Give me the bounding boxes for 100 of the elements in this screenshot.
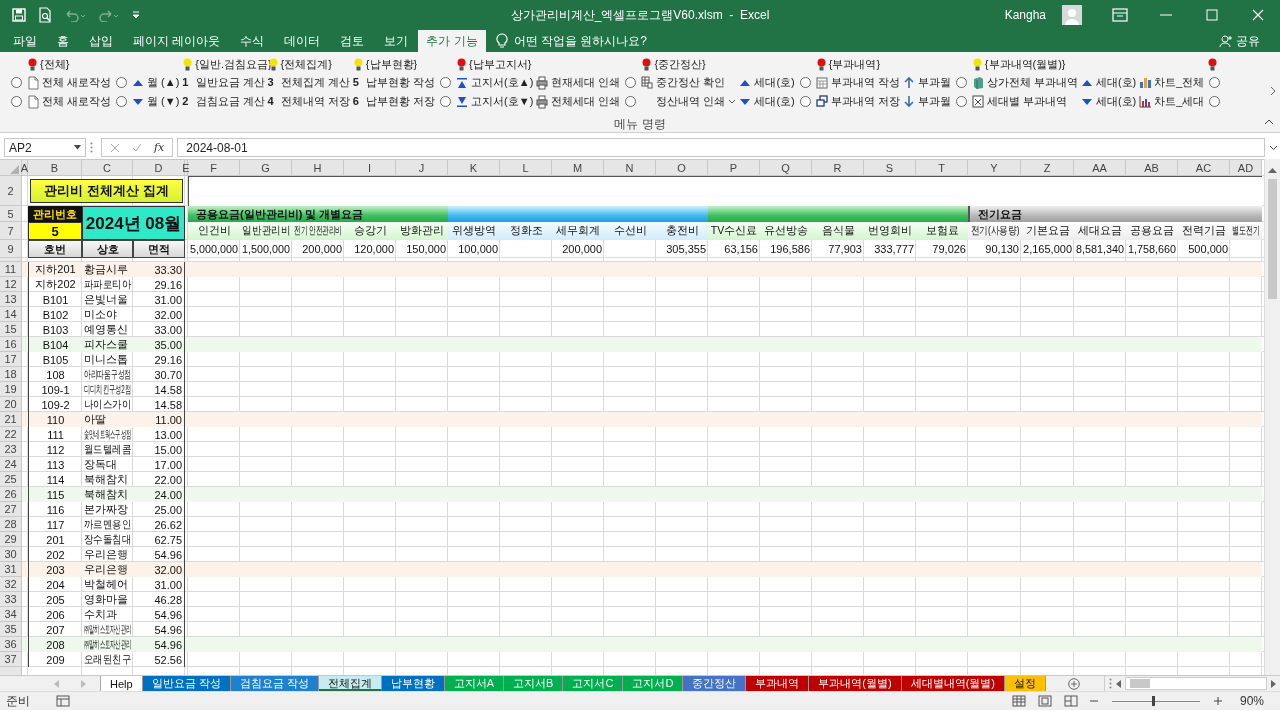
column-header[interactable]: AC xyxy=(1178,160,1230,176)
ribbon-button[interactable]: 세대(호) xyxy=(738,92,796,111)
ribbon-tab[interactable]: 검토 xyxy=(330,30,375,52)
column-header[interactable]: AB xyxy=(1126,160,1178,176)
ribbon-button[interactable]: 부과내역 저장 xyxy=(814,92,901,111)
row-header[interactable]: 34 xyxy=(0,607,22,622)
tell-me-field[interactable]: 어떤 작업을 원하시나요? xyxy=(513,34,684,48)
row-header[interactable]: 32 xyxy=(0,577,22,592)
ribbon-button[interactable]: 3 전체집계 계산 xyxy=(266,73,351,92)
row-header[interactable]: 18 xyxy=(0,367,22,382)
column-header[interactable]: Y xyxy=(968,160,1021,176)
ribbon-button[interactable]: 부과월 xyxy=(901,73,952,92)
row-header[interactable]: 19 xyxy=(0,382,22,397)
ribbon-button[interactable]: 2 검침요금 계산 xyxy=(181,92,266,111)
row-header[interactable]: 33 xyxy=(0,592,22,607)
share-button[interactable]: 공유 xyxy=(1209,30,1270,52)
row-header[interactable]: 20 xyxy=(0,397,22,412)
ribbon-button[interactable]: 5 납부현황 작성 xyxy=(351,73,437,92)
column-header[interactable]: F xyxy=(188,160,240,176)
ribbon-button[interactable]: 세대(호) xyxy=(1079,73,1138,92)
row-header[interactable]: 27 xyxy=(0,502,22,517)
ribbon-button[interactable]: 세대별 부과내역 xyxy=(970,92,1079,111)
ribbon-tab[interactable]: 삽입 xyxy=(79,30,123,52)
sheet-tab[interactable]: 일반요금 작성 xyxy=(142,676,231,691)
row-header[interactable]: 30 xyxy=(0,547,22,562)
column-header[interactable]: P xyxy=(708,160,760,176)
row-header[interactable]: 12 xyxy=(0,277,22,292)
sheet-tab[interactable]: 전체집계 xyxy=(318,676,382,691)
ribbon-button[interactable]: 전체 새로작성 xyxy=(26,73,113,92)
ribbon-button[interactable]: 현재세대 인쇄 xyxy=(535,73,622,92)
row-header[interactable]: 9 xyxy=(0,240,22,258)
sheet-tab[interactable]: Help xyxy=(101,676,143,691)
row-header[interactable]: 7 xyxy=(0,222,22,240)
ribbon-tab[interactable]: 수식 xyxy=(230,30,275,52)
row-header[interactable]: 26 xyxy=(0,487,22,502)
row-header[interactable]: 22 xyxy=(0,427,22,442)
row-header[interactable]: 13 xyxy=(0,292,22,307)
ribbon-button[interactable]: 전체세대 인쇄 xyxy=(535,92,622,111)
ribbon-button[interactable]: 1 일반요금 계산 xyxy=(181,73,266,92)
row-header[interactable]: 14 xyxy=(0,307,22,322)
sheet-tab[interactable]: 납부현황 xyxy=(381,676,445,691)
row-header[interactable]: 37 xyxy=(0,652,22,667)
row-header[interactable]: 23 xyxy=(0,442,22,457)
ribbon-button[interactable]: 6 납부현황 저장 xyxy=(351,92,437,111)
column-header[interactable]: T xyxy=(916,160,968,176)
column-header[interactable]: G xyxy=(240,160,292,176)
ribbon-tab[interactable]: 보기 xyxy=(374,30,419,52)
ribbon-tab[interactable]: 페이지 레이아웃 xyxy=(123,30,231,52)
sheet-tab[interactable]: 부과내역 xyxy=(746,676,810,691)
column-header[interactable]: M xyxy=(552,160,604,176)
ribbon-button[interactable]: 부과내역 작성 xyxy=(814,73,901,92)
row-header[interactable]: 35 xyxy=(0,622,22,637)
formula-field[interactable]: 2024-08-01 xyxy=(177,138,1265,157)
ribbon-button[interactable]: 차트_세대 xyxy=(1138,92,1206,111)
column-header[interactable]: Q xyxy=(760,160,812,176)
row-header[interactable]: 2 xyxy=(0,176,22,206)
zoom-level[interactable]: 90% xyxy=(1239,694,1264,708)
ribbon-button[interactable]: 세대(호) xyxy=(738,73,796,92)
row-header[interactable]: 11 xyxy=(0,262,22,277)
sheet-tab[interactable]: 중간정산 xyxy=(683,676,747,691)
dropdown-button[interactable]: 정산내역 인쇄 xyxy=(640,92,738,111)
row-header[interactable]: 16 xyxy=(0,337,22,352)
ribbon-button[interactable]: 세대(호) xyxy=(1079,92,1138,111)
ribbon-button[interactable]: 4 전체내역 저장 xyxy=(266,92,351,111)
column-header[interactable]: N xyxy=(604,160,656,176)
sheet-tab[interactable]: 검침요금 작성 xyxy=(230,676,319,691)
ribbon-button[interactable]: 중간정산 확인 xyxy=(640,73,738,92)
ribbon-button[interactable]: 고지서(호▼) xyxy=(455,92,535,111)
row-header[interactable]: 28 xyxy=(0,517,22,532)
row-header[interactable]: 29 xyxy=(0,532,22,547)
insert-function-button[interactable]: fx xyxy=(154,141,165,154)
row-header[interactable]: 15 xyxy=(0,322,22,337)
ribbon-tab[interactable]: 추가 기능 xyxy=(418,30,486,52)
row-header[interactable]: 21 xyxy=(0,412,22,427)
column-header[interactable]: J xyxy=(396,160,448,176)
ribbon-tab[interactable]: 데이터 xyxy=(274,30,331,52)
column-header[interactable]: S xyxy=(864,160,916,176)
column-header[interactable]: O xyxy=(656,160,708,176)
row-header[interactable]: 31 xyxy=(0,562,22,577)
ribbon-button[interactable]: 부과월 xyxy=(901,92,952,111)
column-header[interactable]: L xyxy=(500,160,552,176)
column-header[interactable]: AA xyxy=(1074,160,1126,176)
row-header[interactable]: 24 xyxy=(0,457,22,472)
ribbon-button[interactable]: 고지서(호▲) xyxy=(455,73,535,92)
name-box[interactable]: AP2 xyxy=(4,138,86,157)
row-header[interactable]: 25 xyxy=(0,472,22,487)
column-header[interactable]: Z xyxy=(1021,160,1074,176)
column-header[interactable]: H xyxy=(292,160,344,176)
column-header[interactable]: K xyxy=(448,160,500,176)
column-header[interactable]: AD xyxy=(1230,160,1262,176)
ribbon-button[interactable]: 월 (▼) xyxy=(131,92,181,111)
ribbon-button[interactable]: 전체 새로작성 xyxy=(26,92,113,111)
column-header[interactable]: B xyxy=(28,160,82,176)
ribbon-button[interactable]: 차트_전체 xyxy=(1138,73,1206,92)
row-header[interactable]: 17 xyxy=(0,352,22,367)
sheet-tab[interactable]: 설정 xyxy=(1005,676,1046,691)
column-header[interactable]: C xyxy=(82,160,133,176)
ribbon-button[interactable]: 월 (▲) xyxy=(131,73,181,92)
sheet-tab[interactable]: 부과내역(월별) xyxy=(809,676,902,691)
ribbon-tab[interactable]: 파일 xyxy=(3,30,47,52)
